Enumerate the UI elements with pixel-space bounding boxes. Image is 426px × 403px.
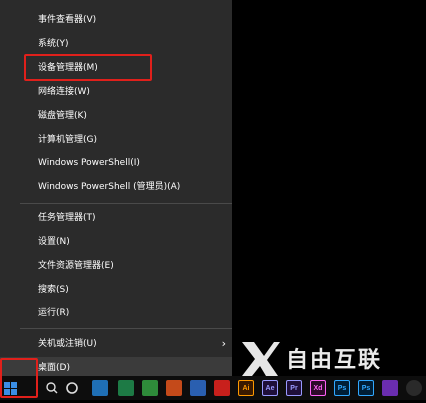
app-blue-icon[interactable] bbox=[190, 380, 206, 396]
excel-icon[interactable] bbox=[118, 380, 134, 396]
watermark-x-logo-icon bbox=[242, 342, 280, 376]
menu-item-event-viewer[interactable]: 事件查看器(V) bbox=[0, 9, 232, 31]
start-button-highlight-box bbox=[0, 358, 38, 398]
after-effects-icon[interactable]: Ae bbox=[262, 380, 278, 396]
photoshop-icon[interactable]: Ps bbox=[334, 380, 350, 396]
xd-icon[interactable]: Xd bbox=[310, 380, 326, 396]
app-green-icon[interactable] bbox=[142, 380, 158, 396]
menu-item-file-explorer[interactable]: 文件资源管理器(E) bbox=[0, 255, 232, 277]
menu-item-task-manager[interactable]: 任务管理器(T) bbox=[0, 207, 232, 229]
menu-item-shutdown[interactable]: 关机或注销(U) › bbox=[0, 333, 232, 355]
menu-item-disk-management[interactable]: 磁盘管理(K) bbox=[0, 105, 232, 127]
menu-separator bbox=[20, 203, 232, 204]
menu-item-powershell[interactable]: Windows PowerShell(I) bbox=[0, 152, 232, 174]
watermark-text: 自由互联 bbox=[286, 348, 383, 373]
menu-item-search[interactable]: 搜索(S) bbox=[0, 279, 232, 301]
app-red-icon[interactable] bbox=[214, 380, 230, 396]
menu-item-computer-management[interactable]: 计算机管理(G) bbox=[0, 129, 232, 151]
app-purple-icon[interactable] bbox=[382, 380, 398, 396]
device-manager-highlight-box bbox=[24, 54, 152, 81]
task-view-icon[interactable] bbox=[64, 380, 80, 396]
chevron-right-icon: › bbox=[221, 337, 226, 350]
menu-item-network-connections[interactable]: 网络连接(W) bbox=[0, 81, 232, 103]
edge-icon[interactable] bbox=[92, 380, 108, 396]
illustrator-icon[interactable]: Ai bbox=[238, 380, 254, 396]
search-icon[interactable] bbox=[44, 380, 60, 396]
photoshop-2-icon[interactable]: Ps bbox=[358, 380, 374, 396]
menu-item-system[interactable]: 系统(Y) bbox=[0, 33, 232, 55]
premiere-icon[interactable]: Pr bbox=[286, 380, 302, 396]
menu-item-run[interactable]: 运行(R) bbox=[0, 302, 232, 324]
app-orange-icon[interactable] bbox=[166, 380, 182, 396]
menu-item-settings[interactable]: 设置(N) bbox=[0, 231, 232, 253]
cinema4d-icon[interactable] bbox=[406, 380, 422, 396]
watermark: 自由互联 bbox=[232, 336, 426, 382]
menu-item-powershell-admin[interactable]: Windows PowerShell (管理员)(A) bbox=[0, 176, 232, 198]
menu-item-mobility-center[interactable]: 移动中心(B) bbox=[0, 0, 232, 8]
menu-separator bbox=[20, 328, 232, 329]
